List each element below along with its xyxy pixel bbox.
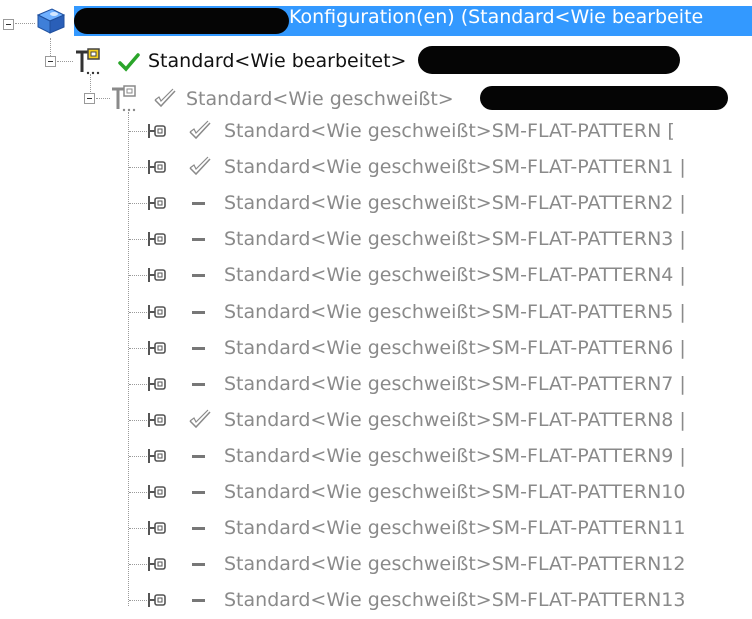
- derived-configuration-icon: [148, 305, 166, 319]
- tree-connector: [129, 239, 147, 240]
- derived-configuration-icon: [148, 485, 166, 499]
- list-item-label: Standard<Wie geschweißt>SM-FLAT-PATTERN4…: [224, 264, 686, 286]
- list-item-label: Standard<Wie geschweißt>SM-FLAT-PATTERN1…: [224, 517, 686, 539]
- configuration-icon: [76, 48, 100, 75]
- tree-connector: [129, 420, 147, 421]
- derived-configuration-icon: [148, 521, 166, 535]
- tree-connector: [129, 528, 147, 529]
- configuration-tree: Konfiguration(en) (Standard<Wie bearbeit…: [0, 0, 752, 619]
- list-item-label: Standard<Wie geschweißt>SM-FLAT-PATTERN6…: [224, 337, 686, 359]
- tree-connector: [90, 74, 91, 94]
- dash-icon: [192, 347, 205, 350]
- dash-icon: [192, 455, 205, 458]
- list-item-label: Standard<Wie geschweißt>SM-FLAT-PATTERN9…: [224, 445, 686, 467]
- check-outline-icon: [189, 156, 211, 176]
- derived-configuration-icon: [148, 160, 166, 174]
- check-outline-icon: [189, 409, 211, 429]
- tree-connector: [129, 131, 147, 132]
- check-outline-icon: [189, 120, 211, 140]
- list-item-label: Standard<Wie geschweißt>SM-FLAT-PATTERN8…: [224, 409, 686, 431]
- level1-label: Standard<Wie bearbeitet>: [148, 50, 407, 72]
- redacted-region: [74, 8, 289, 34]
- derived-configuration-icon: [148, 341, 166, 355]
- tree-connector: [129, 456, 147, 457]
- dash-icon: [192, 563, 205, 566]
- active-check-icon: [118, 53, 140, 72]
- tree-connector: [129, 564, 147, 565]
- dash-icon: [192, 238, 205, 241]
- tree-connector: [50, 38, 51, 58]
- tree-connector: [57, 61, 73, 62]
- part-icon: [36, 8, 66, 34]
- dash-icon: [192, 274, 205, 277]
- dash-icon: [192, 599, 205, 602]
- tree-connector: [129, 600, 147, 601]
- redacted-region: [480, 86, 728, 110]
- tree-connector: [129, 275, 147, 276]
- tree-connector: [129, 492, 147, 493]
- derived-configuration-icon: [148, 377, 166, 391]
- derived-configuration-icon: [148, 593, 166, 607]
- configuration-icon: [112, 85, 136, 112]
- dash-icon: [192, 311, 205, 314]
- list-item-label: Standard<Wie geschweißt>SM-FLAT-PATTERN1…: [224, 589, 686, 611]
- derived-configuration-icon: [148, 196, 166, 210]
- list-item-label: Standard<Wie geschweißt>SM-FLAT-PATTERN5…: [224, 301, 686, 323]
- tree-connector: [128, 112, 129, 606]
- list-item-label: Standard<Wie geschweißt>SM-FLAT-PATTERN7…: [224, 373, 686, 395]
- level1-collapse-toggle[interactable]: [45, 56, 56, 67]
- redacted-region: [418, 46, 680, 74]
- scrollbar-track[interactable]: [742, 116, 752, 619]
- derived-configuration-icon: [148, 557, 166, 571]
- derived-configuration-icon: [148, 232, 166, 246]
- dash-icon: [192, 383, 205, 386]
- list-item-label: Standard<Wie geschweißt>SM-FLAT-PATTERN …: [224, 120, 675, 142]
- list-item-label: Standard<Wie geschweißt>SM-FLAT-PATTERN1…: [224, 553, 686, 575]
- derived-configuration-icon: [148, 124, 166, 138]
- dash-icon: [192, 491, 205, 494]
- level2-collapse-toggle[interactable]: [84, 93, 95, 104]
- level2-label: Standard<Wie geschweißt>: [186, 88, 454, 110]
- check-outline-icon: [154, 88, 176, 108]
- tree-connector: [129, 348, 147, 349]
- dash-icon: [192, 527, 205, 530]
- tree-connector: [129, 312, 147, 313]
- list-item-label: Standard<Wie geschweißt>SM-FLAT-PATTERN3…: [224, 228, 686, 250]
- list-item-label: Standard<Wie geschweißt>SM-FLAT-PATTERN1…: [224, 481, 686, 503]
- tree-connector: [15, 23, 35, 24]
- list-item-label: Standard<Wie geschweißt>SM-FLAT-PATTERN1…: [224, 156, 686, 178]
- derived-configuration-icon: [148, 413, 166, 427]
- root-collapse-toggle[interactable]: [3, 19, 14, 30]
- tree-connector: [129, 203, 147, 204]
- derived-configuration-icon: [148, 449, 166, 463]
- list-item-label: Standard<Wie geschweißt>SM-FLAT-PATTERN2…: [224, 192, 686, 214]
- derived-configuration-icon: [148, 268, 166, 282]
- tree-connector: [129, 167, 147, 168]
- tree-connector: [129, 384, 147, 385]
- root-label: Konfiguration(en) (Standard<Wie bearbeit…: [289, 6, 704, 28]
- dash-icon: [192, 202, 205, 205]
